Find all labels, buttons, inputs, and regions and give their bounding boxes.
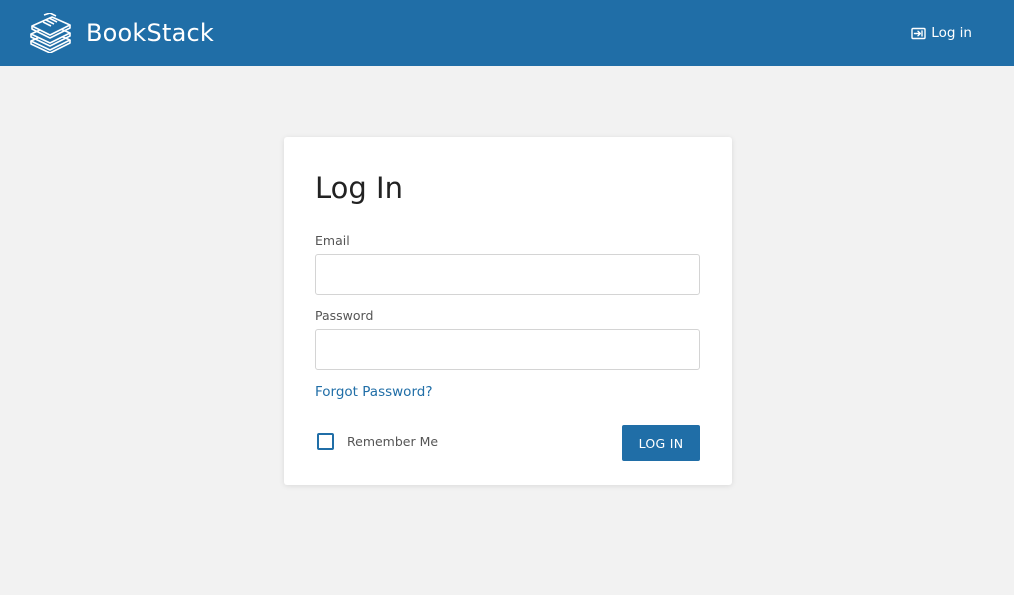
top-header-bar: BookStack Log in [0,0,1014,66]
brand-name: BookStack [86,19,214,47]
email-label: Email [315,233,350,248]
login-card: Log In Email Password Forgot Password? R… [284,137,732,485]
brand-home-link[interactable]: BookStack [29,13,214,53]
email-field[interactable] [315,254,700,295]
remember-me-checkbox[interactable] [317,433,334,450]
header-login-link[interactable]: Log in [911,25,972,41]
forgot-password-link[interactable]: Forgot Password? [315,384,433,400]
page-title: Log In [315,171,403,205]
login-icon [911,27,926,39]
remember-me-label: Remember Me [347,434,439,449]
login-submit-button[interactable]: LOG IN [622,425,700,461]
header-login-label: Log in [931,25,972,41]
bookstack-logo-icon [30,13,71,53]
password-label: Password [315,308,374,323]
password-field[interactable] [315,329,700,370]
remember-me-toggle[interactable]: Remember Me [317,433,438,450]
